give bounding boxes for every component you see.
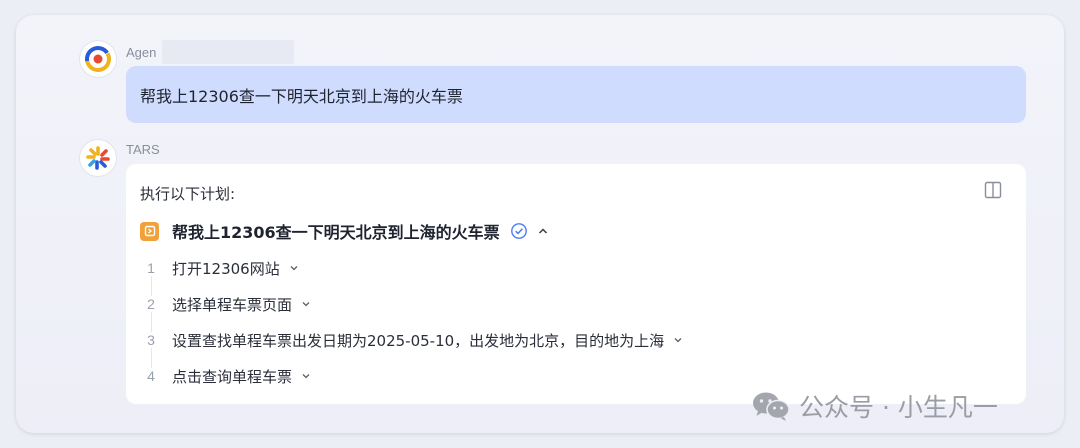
step-number: 3	[140, 332, 162, 348]
tars-logo-icon	[86, 146, 110, 170]
plan-intro-text: 执行以下计划:	[140, 185, 236, 203]
task-title: 帮我上12306查一下明天北京到上海的火车票	[172, 223, 500, 242]
step-number: 4	[140, 368, 162, 384]
tars-sender-name: TARS	[126, 142, 160, 157]
chevron-down-icon[interactable]	[288, 262, 300, 274]
plan-step[interactable]: 1 打开12306网站	[140, 255, 300, 281]
steps-connector-line	[151, 266, 152, 378]
plan-step[interactable]: 2 选择单程车票页面	[140, 291, 312, 317]
chat-window: Agen 帮我上12306查一下明天北京到上海的火车票 TARS 执行以下计划:	[16, 15, 1064, 433]
chevron-up-icon[interactable]	[536, 224, 550, 238]
plan-step[interactable]: 4 点击查询单程车票	[140, 363, 312, 389]
step-number: 1	[140, 260, 162, 276]
step-text: 点击查询单程车票	[172, 367, 293, 386]
tars-avatar	[80, 140, 116, 176]
chevron-down-icon[interactable]	[300, 298, 312, 310]
agent-logo-icon	[85, 46, 111, 72]
redacted-name-block	[162, 40, 294, 64]
user-message-bubble: 帮我上12306查一下明天北京到上海的火车票	[126, 66, 1026, 123]
step-number: 2	[140, 296, 162, 312]
chevron-down-icon[interactable]	[300, 370, 312, 382]
check-circle-icon	[510, 223, 527, 239]
step-text: 打开12306网站	[172, 259, 280, 278]
user-avatar	[80, 41, 116, 77]
wechat-icon	[753, 392, 790, 421]
plan-step[interactable]: 3 设置查找单程车票出发日期为2025-05-10，出发地为北京，目的地为上海	[140, 327, 684, 353]
chevron-down-icon[interactable]	[672, 334, 684, 346]
step-text: 设置查找单程车票出发日期为2025-05-10，出发地为北京，目的地为上海	[172, 331, 665, 350]
watermark: 公众号 · 小生凡一	[751, 386, 998, 426]
user-message-text: 帮我上12306查一下明天北京到上海的火车票	[140, 86, 463, 106]
task-app-icon	[140, 221, 159, 241]
assistant-reply-card: 执行以下计划: 帮我上12306查一下明天北京到上海的火车票 1 打开12306…	[126, 164, 1026, 404]
task-header[interactable]: 帮我上12306查一下明天北京到上海的火车票	[140, 219, 550, 243]
watermark-text: 公众号 · 小生凡一	[799, 393, 998, 422]
split-panel-icon[interactable]	[982, 179, 1004, 201]
step-text: 选择单程车票页面	[172, 295, 293, 314]
user-sender-name: Agen	[126, 45, 157, 60]
